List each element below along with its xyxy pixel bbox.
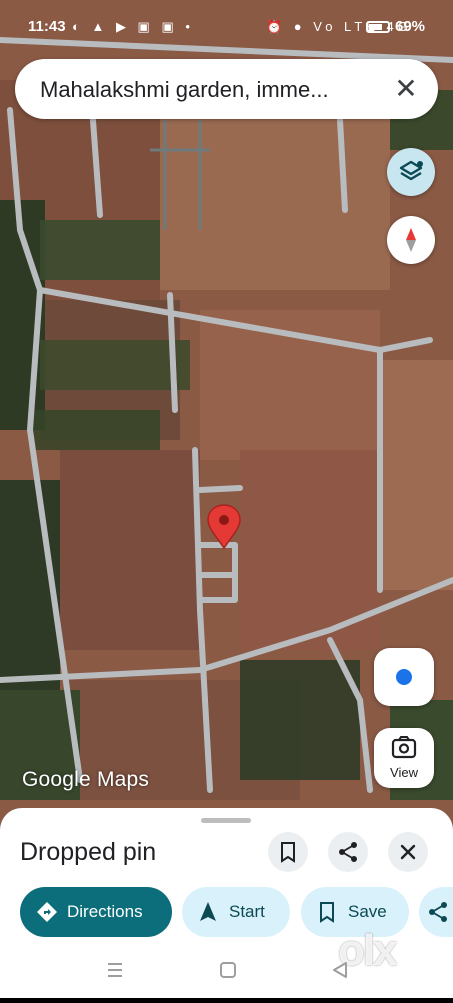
signal-icons: ⏰ ● Vo LTE 4G — [266, 19, 412, 34]
camera-view-icon — [391, 736, 417, 759]
my-location-button[interactable] — [374, 648, 434, 706]
compass-icon — [406, 228, 416, 252]
notification-icons: ◐ ▲ ▶ ▣ ▣ • — [72, 19, 194, 34]
navigation-arrow-icon — [200, 902, 216, 921]
layers-button[interactable] — [387, 148, 435, 196]
battery-percent: 69% — [395, 18, 426, 35]
share-button[interactable] — [328, 832, 368, 872]
close-icon — [400, 844, 416, 860]
share-chip[interactable] — [419, 887, 453, 937]
close-sheet-button[interactable] — [388, 832, 428, 872]
status-bar: 11:43 ◐ ▲ ▶ ▣ ▣ • ⏰ ● Vo LTE 4G 69% — [0, 0, 453, 58]
layers-icon — [399, 160, 423, 181]
home-icon[interactable] — [220, 962, 236, 978]
google-maps-logo: Google Maps — [22, 768, 150, 791]
search-query[interactable]: Mahalakshmi garden, imme... — [40, 77, 329, 103]
search-bar[interactable]: Mahalakshmi garden, imme... ✕ — [15, 59, 438, 119]
share-icon — [339, 842, 357, 862]
view-button[interactable]: View — [374, 728, 434, 788]
status-time: 11:43 — [28, 18, 66, 35]
share-icon — [429, 902, 447, 922]
battery-icon — [366, 21, 390, 33]
back-icon[interactable] — [333, 962, 347, 978]
directions-icon — [37, 902, 57, 922]
start-label: Start — [229, 902, 265, 921]
location-dot-icon — [394, 667, 414, 687]
sheet-title: Dropped pin — [20, 838, 157, 866]
bookmark-button[interactable] — [268, 832, 308, 872]
close-icon[interactable]: ✕ — [390, 73, 422, 105]
save-label: Save — [348, 902, 387, 921]
directions-label: Directions — [67, 902, 143, 921]
recent-apps-icon[interactable] — [108, 963, 122, 977]
compass-button[interactable] — [387, 216, 435, 264]
bookmark-icon — [320, 902, 334, 923]
directions-button[interactable]: Directions — [20, 887, 172, 937]
view-label: View — [390, 765, 418, 780]
sheet-drag-handle[interactable] — [201, 818, 251, 823]
system-nav-bar — [0, 950, 453, 998]
bookmark-icon — [281, 842, 295, 863]
start-button[interactable]: Start — [182, 887, 290, 937]
